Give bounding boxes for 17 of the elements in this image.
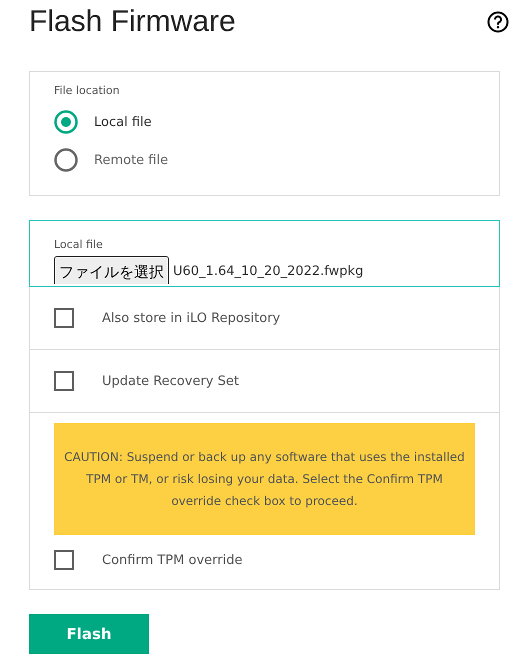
checkbox[interactable]: [54, 308, 74, 328]
field-label: File location: [54, 84, 121, 97]
caution-message: CAUTION: Suspend or back up any software that uses the installed TPM or TM, or risk losing your data. Select the Confirm TPM override check box to proceed.: [54, 423, 475, 535]
checkbox-label: Also store in iLO Repository: [102, 310, 280, 326]
radio-label: Remote file: [94, 152, 168, 168]
field-label: Local file: [54, 238, 103, 251]
checkbox[interactable]: [54, 550, 74, 570]
help-icon[interactable]: [487, 11, 509, 33]
radio-button[interactable]: [54, 148, 78, 172]
radio-label: Local file: [94, 114, 152, 130]
checkbox-label: Update Recovery Set: [102, 374, 239, 388]
checkbox[interactable]: [54, 371, 74, 391]
radio-button[interactable]: [54, 110, 78, 134]
choose-file-button[interactable]: ファイルを選択: [54, 256, 169, 284]
page-title: Flash Firmware: [29, 5, 236, 39]
checkbox-label: Confirm TPM override: [102, 552, 242, 568]
file-name: U60_1.64_10_20_2022.fwpkg: [173, 264, 364, 279]
